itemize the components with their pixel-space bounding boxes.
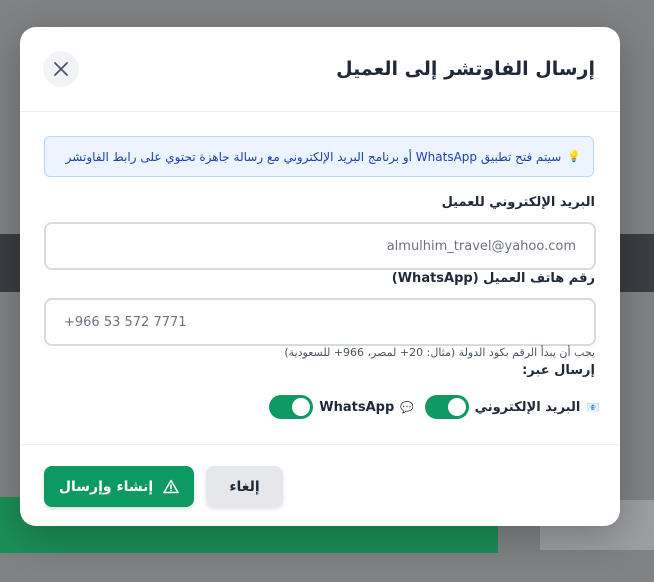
toggle-knob [447, 398, 466, 416]
send-via-label: إرسال عبر: [522, 363, 595, 378]
close-button[interactable] [43, 51, 79, 87]
dialog-footer: إنشاء وإرسال إلغاء [20, 444, 620, 526]
whatsapp-channel-label: WhatsApp [319, 399, 395, 415]
chat-bubble-icon: 💬 [400, 400, 414, 414]
phone-field[interactable] [44, 298, 596, 346]
whatsapp-channel-option: 💬 WhatsApp [269, 395, 414, 419]
cancel-button[interactable]: إلغاء [206, 466, 283, 507]
close-icon [54, 62, 68, 76]
warning-icon [163, 479, 179, 494]
dialog-header: إرسال الفاوتشر إلى العميل [20, 27, 620, 112]
dialog-title: إرسال الفاوتشر إلى العميل [336, 58, 595, 80]
email-channel-toggle[interactable] [424, 395, 469, 419]
toggle-knob [292, 398, 311, 416]
info-banner: 💡 سيتم فتح تطبيق WhatsApp أو برنامج البر… [44, 136, 594, 177]
email-label: البريد الإلكتروني للعميل [441, 195, 595, 210]
phone-label: رقم هاتف العميل (WhatsApp) [391, 271, 595, 286]
phone-hint: يجب أن يبدأ الرقم بكود الدولة (مثال: 20+… [284, 346, 595, 359]
email-field[interactable] [44, 222, 596, 270]
email-channel-option: 📧 البريد الإلكتروني [424, 395, 600, 419]
email-icon: 📧 [586, 400, 600, 414]
info-text: سيتم فتح تطبيق WhatsApp أو برنامج البريد… [65, 149, 562, 164]
lightbulb-icon: 💡 [567, 150, 581, 163]
whatsapp-channel-toggle[interactable] [269, 395, 314, 419]
send-voucher-dialog: إرسال الفاوتشر إلى العميل 💡 سيتم فتح تطب… [20, 27, 620, 526]
create-and-send-button[interactable]: إنشاء وإرسال [44, 466, 194, 507]
email-channel-label: البريد الإلكتروني [474, 399, 581, 415]
create-and-send-label: إنشاء وإرسال [58, 478, 154, 495]
